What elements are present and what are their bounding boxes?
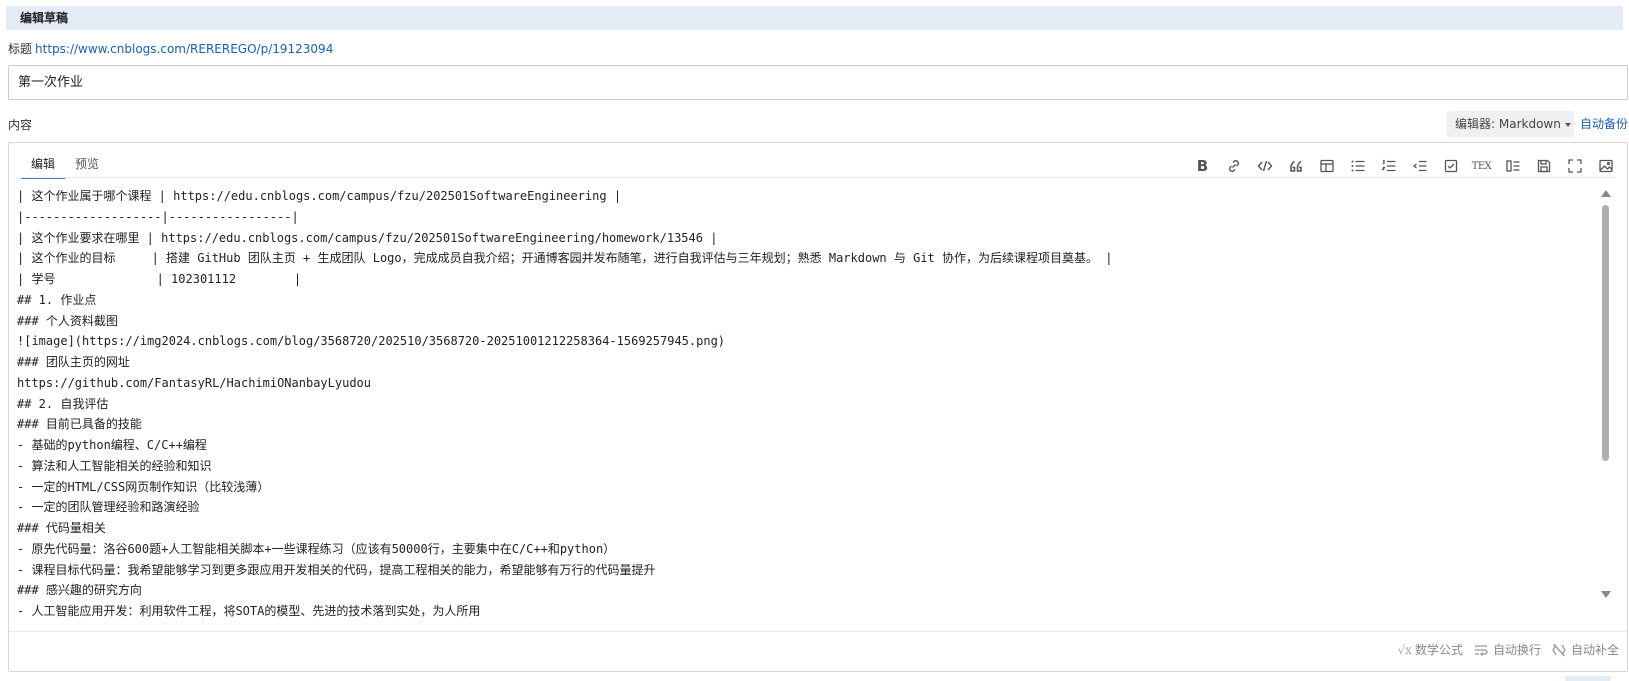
- code-icon[interactable]: [1249, 155, 1280, 177]
- toc-icon[interactable]: [1497, 155, 1528, 177]
- code-line: - 人工智能应用开发：利用软件工程，将SOTA的模型、先进的技术落到实处，为人所…: [17, 604, 481, 618]
- auto-complete-toggle[interactable]: 自动补全: [1551, 641, 1619, 658]
- code-line: - 一定的团队管理经验和路演经验: [17, 500, 200, 515]
- content-label: 内容: [8, 118, 33, 132]
- code-line: | 这个作业属于哪个课程 | https://edu.cnblogs.com/c…: [17, 189, 622, 203]
- link-icon[interactable]: [1218, 155, 1249, 177]
- title-row: 标题 https://www.cnblogs.com/REREREGO/p/191…: [8, 41, 333, 57]
- quote-icon[interactable]: [1280, 155, 1311, 177]
- checkbox-icon[interactable]: [1435, 155, 1466, 177]
- ordered-list-icon[interactable]: [1373, 155, 1404, 177]
- title-input[interactable]: 第一次作业: [8, 65, 1628, 100]
- auto-complete-label: 自动补全: [1570, 643, 1619, 657]
- autosave-link[interactable]: 自动备份: [1580, 116, 1628, 132]
- code-line: | 学号 | 102301112 |: [17, 272, 302, 286]
- code-line: - 课程目标代码量：我希望能够学习到更多跟应用开发相关的代码，提高工程相关的能力…: [17, 562, 656, 577]
- indent-icon[interactable]: [1404, 155, 1435, 177]
- editor-toolbar: B TEX: [1187, 155, 1621, 177]
- math-formula-toggle[interactable]: √x 数学公式: [1398, 641, 1463, 658]
- code-line: | 这个作业要求在哪里 | https://edu.cnblogs.com/ca…: [17, 230, 718, 245]
- math-formula-label: 数学公式: [1414, 643, 1463, 657]
- footer-divider: [9, 631, 1627, 632]
- code-line: https://github.com/FantasyRL/HachimiONan…: [17, 375, 372, 390]
- code-line: ### 感兴趣的研究方向: [17, 583, 142, 598]
- tab-divider: [20, 177, 1616, 178]
- code-line: ## 2. 自我评估: [17, 396, 109, 411]
- code-line: ### 目前已具备的技能: [17, 417, 142, 432]
- scrollbar-track[interactable]: [1600, 205, 1612, 595]
- bottom-button-edge: [1565, 676, 1611, 681]
- code-line: ### 代码量相关: [17, 521, 106, 535]
- code-line: - 基础的python编程、C/C++编程: [17, 438, 207, 452]
- code-line: ### 个人资料截图: [17, 313, 118, 328]
- fullscreen-icon[interactable]: [1559, 155, 1590, 177]
- tex-icon[interactable]: TEX: [1466, 155, 1497, 177]
- code-line: - 原先代码量：洛谷600题+人工智能相关脚本+一些课程练习（应该有50000行…: [17, 541, 616, 556]
- editor-tabs: 编辑 预览: [21, 153, 109, 179]
- tab-preview[interactable]: 预览: [65, 153, 109, 179]
- markdown-editor: 编辑 预览 B TEX | 这个作业属于哪个课程 | https://edu.c…: [8, 142, 1628, 672]
- wrap-icon: [1474, 644, 1488, 656]
- code-line: | 这个作业的目标 | 搭建 GitHub 团队主页 + 生成团队 Logo，完…: [17, 251, 1113, 266]
- code-line: ![image](https://img2024.cnblogs.com/blo…: [17, 334, 726, 349]
- auto-wrap-toggle[interactable]: 自动换行: [1473, 641, 1541, 658]
- scroll-up-arrow[interactable]: [1601, 190, 1611, 197]
- code-line: ## 1. 作业点: [17, 292, 97, 307]
- autocomplete-off-icon: [1552, 643, 1566, 656]
- code-line: ### 团队主页的网址: [17, 355, 130, 369]
- unordered-list-icon[interactable]: [1342, 155, 1373, 177]
- tab-edit[interactable]: 编辑: [21, 153, 66, 179]
- post-url-link[interactable]: https://www.cnblogs.com/REREREGO/p/19123…: [35, 42, 333, 56]
- section-header: 编辑草稿: [6, 6, 1623, 30]
- caret-down-icon: [1564, 122, 1571, 127]
- save-icon[interactable]: [1528, 155, 1559, 177]
- markdown-textarea[interactable]: | 这个作业属于哪个课程 | https://edu.cnblogs.com/c…: [17, 186, 1585, 620]
- editor-select-label: 编辑器: Markdown: [1455, 117, 1561, 131]
- auto-wrap-label: 自动换行: [1492, 643, 1541, 657]
- scrollbar-thumb[interactable]: [1602, 205, 1609, 461]
- sqrt-icon: √x: [1397, 642, 1412, 657]
- bold-icon[interactable]: B: [1187, 155, 1218, 177]
- scroll-down-arrow[interactable]: [1601, 591, 1611, 598]
- table-icon[interactable]: [1311, 155, 1342, 177]
- code-line: - 算法和人工智能相关的经验和知识: [17, 458, 212, 473]
- editor-footer: √x 数学公式 自动换行 自动补全: [1388, 641, 1619, 658]
- editor-select-dropdown[interactable]: 编辑器: Markdown: [1447, 111, 1574, 137]
- title-label: 标题: [8, 42, 33, 56]
- code-line: |-------------------|-----------------|: [17, 209, 299, 224]
- code-line: - 一定的HTML/CSS网页制作知识（比较浅薄）: [17, 479, 270, 494]
- image-icon[interactable]: [1590, 155, 1621, 177]
